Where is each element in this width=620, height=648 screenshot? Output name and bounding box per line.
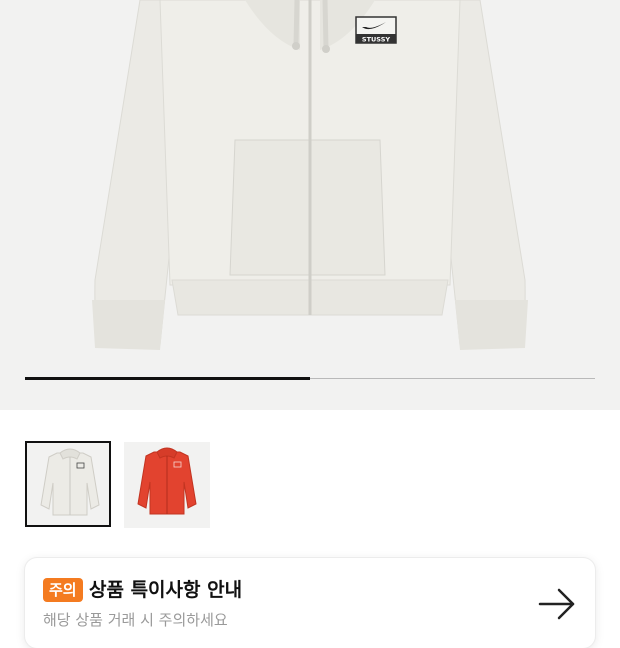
image-progress-bar: [25, 377, 595, 380]
thumbnail-red-hoodie[interactable]: [124, 442, 210, 528]
image-progress-fill: [25, 377, 310, 380]
product-image-gallery[interactable]: STUSSY: [0, 0, 620, 410]
arrow-right-icon[interactable]: [537, 584, 577, 624]
thumbnail-cream-hoodie[interactable]: [25, 441, 111, 527]
notice-title: 상품 특이사항 안내: [89, 579, 243, 601]
notice-subtitle: 해당 상품 거래 시 주의하세요: [43, 611, 228, 629]
red-hoodie-thumbnail-image: [137, 447, 197, 515]
caution-badge: 주의: [43, 578, 83, 602]
cream-hoodie-thumbnail-image: [40, 448, 100, 516]
product-notice-card[interactable]: 주의 상품 특이사항 안내 해당 상품 거래 시 주의하세요: [25, 558, 595, 648]
product-image: STUSSY: [92, 0, 528, 350]
brand-logo-text: STUSSY: [362, 36, 390, 44]
